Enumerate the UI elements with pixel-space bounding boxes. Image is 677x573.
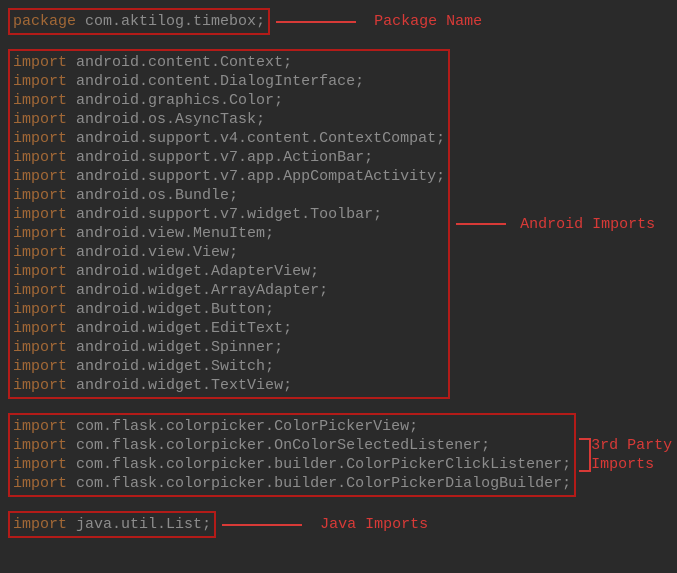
import-keyword: import: [13, 282, 67, 299]
import-line: import android.view.MenuItem;: [13, 224, 445, 243]
import-keyword: import: [13, 130, 67, 147]
import-name: com.flask.colorpicker.ColorPickerView: [76, 418, 409, 435]
thirdparty-label-2: Imports: [591, 455, 672, 474]
import-name: android.support.v7.app.AppCompatActivity: [76, 168, 436, 185]
import-line: import android.widget.TextView;: [13, 376, 445, 395]
package-box: package com.aktilog.timebox;: [8, 8, 270, 35]
android-imports-label: Android Imports: [520, 215, 655, 234]
import-line: import com.flask.colorpicker.builder.Col…: [13, 474, 571, 493]
import-line: import com.flask.colorpicker.ColorPicker…: [13, 417, 571, 436]
import-name: android.widget.AdapterView: [76, 263, 310, 280]
import-keyword: import: [13, 263, 67, 280]
package-row: package com.aktilog.timebox; Package Nam…: [8, 8, 669, 35]
import-keyword: import: [13, 225, 67, 242]
import-line: import android.content.Context;: [13, 53, 445, 72]
import-name: android.content.Context: [76, 54, 283, 71]
import-keyword: import: [13, 111, 67, 128]
import-name: android.support.v7.app.ActionBar: [76, 149, 364, 166]
import-line: import android.os.AsyncTask;: [13, 110, 445, 129]
import-keyword: import: [13, 301, 67, 318]
import-line: import android.support.v7.app.ActionBar;: [13, 148, 445, 167]
import-name: android.support.v4.content.ContextCompat: [76, 130, 436, 147]
java-imports-row: import java.util.List; Java Imports: [8, 511, 669, 538]
import-name: com.flask.colorpicker.builder.ColorPicke…: [76, 456, 562, 473]
import-keyword: import: [13, 244, 67, 261]
import-name: android.view.View: [76, 244, 229, 261]
import-keyword: import: [13, 320, 67, 337]
android-imports-box: import android.content.Context;import an…: [8, 49, 450, 399]
import-keyword: import: [13, 168, 67, 185]
import-keyword: import: [13, 516, 67, 533]
import-name: android.widget.Switch: [76, 358, 265, 375]
import-keyword: import: [13, 339, 67, 356]
import-keyword: import: [13, 54, 67, 71]
import-name: android.content.DialogInterface: [76, 73, 355, 90]
import-name: android.os.Bundle: [76, 187, 229, 204]
thirdparty-imports-box: import com.flask.colorpicker.ColorPicker…: [8, 413, 576, 497]
java-imports-box: import java.util.List;: [8, 511, 216, 538]
import-keyword: import: [13, 149, 67, 166]
import-keyword: import: [13, 377, 67, 394]
import-line: import android.widget.AdapterView;: [13, 262, 445, 281]
import-keyword: import: [13, 187, 67, 204]
import-line: import android.support.v4.content.Contex…: [13, 129, 445, 148]
import-name: com.flask.colorpicker.builder.ColorPicke…: [76, 475, 562, 492]
package-name: com.aktilog.timebox: [85, 13, 256, 30]
import-line: import android.graphics.Color;: [13, 91, 445, 110]
import-line: import android.content.DialogInterface;: [13, 72, 445, 91]
import-name: android.graphics.Color: [76, 92, 274, 109]
import-line: import java.util.List;: [13, 515, 211, 534]
import-keyword: import: [13, 418, 67, 435]
package-keyword: package: [13, 13, 76, 30]
java-imports-label: Java Imports: [320, 515, 428, 534]
import-keyword: import: [13, 358, 67, 375]
import-keyword: import: [13, 92, 67, 109]
import-keyword: import: [13, 73, 67, 90]
import-line: import android.os.Bundle;: [13, 186, 445, 205]
import-name: android.widget.ArrayAdapter: [76, 282, 319, 299]
import-line: import android.widget.Switch;: [13, 357, 445, 376]
import-keyword: import: [13, 475, 67, 492]
import-name: android.view.MenuItem: [76, 225, 265, 242]
import-line: import android.support.v7.widget.Toolbar…: [13, 205, 445, 224]
import-keyword: import: [13, 437, 67, 454]
android-imports-row: import android.content.Context;import an…: [8, 49, 669, 399]
import-line: import android.view.View;: [13, 243, 445, 262]
import-name: android.widget.Spinner: [76, 339, 274, 356]
import-line: import com.flask.colorpicker.builder.Col…: [13, 455, 571, 474]
import-line: import android.widget.EditText;: [13, 319, 445, 338]
import-name: android.widget.EditText: [76, 320, 283, 337]
import-line: import android.support.v7.app.AppCompatA…: [13, 167, 445, 186]
import-name: android.widget.Button: [76, 301, 265, 318]
thirdparty-label-1: 3rd Party: [591, 436, 672, 455]
import-name: com.flask.colorpicker.OnColorSelectedLis…: [76, 437, 481, 454]
import-line: import android.widget.ArrayAdapter;: [13, 281, 445, 300]
import-keyword: import: [13, 206, 67, 223]
import-name: android.os.AsyncTask: [76, 111, 256, 128]
import-line: import com.flask.colorpicker.OnColorSele…: [13, 436, 571, 455]
import-line: import android.widget.Spinner;: [13, 338, 445, 357]
import-line: import android.widget.Button;: [13, 300, 445, 319]
package-label: Package Name: [374, 12, 482, 31]
import-name: android.support.v7.widget.Toolbar: [76, 206, 373, 223]
import-name: java.util.List: [76, 516, 202, 533]
import-name: android.widget.TextView: [76, 377, 283, 394]
thirdparty-imports-row: import com.flask.colorpicker.ColorPicker…: [8, 413, 669, 497]
import-keyword: import: [13, 456, 67, 473]
